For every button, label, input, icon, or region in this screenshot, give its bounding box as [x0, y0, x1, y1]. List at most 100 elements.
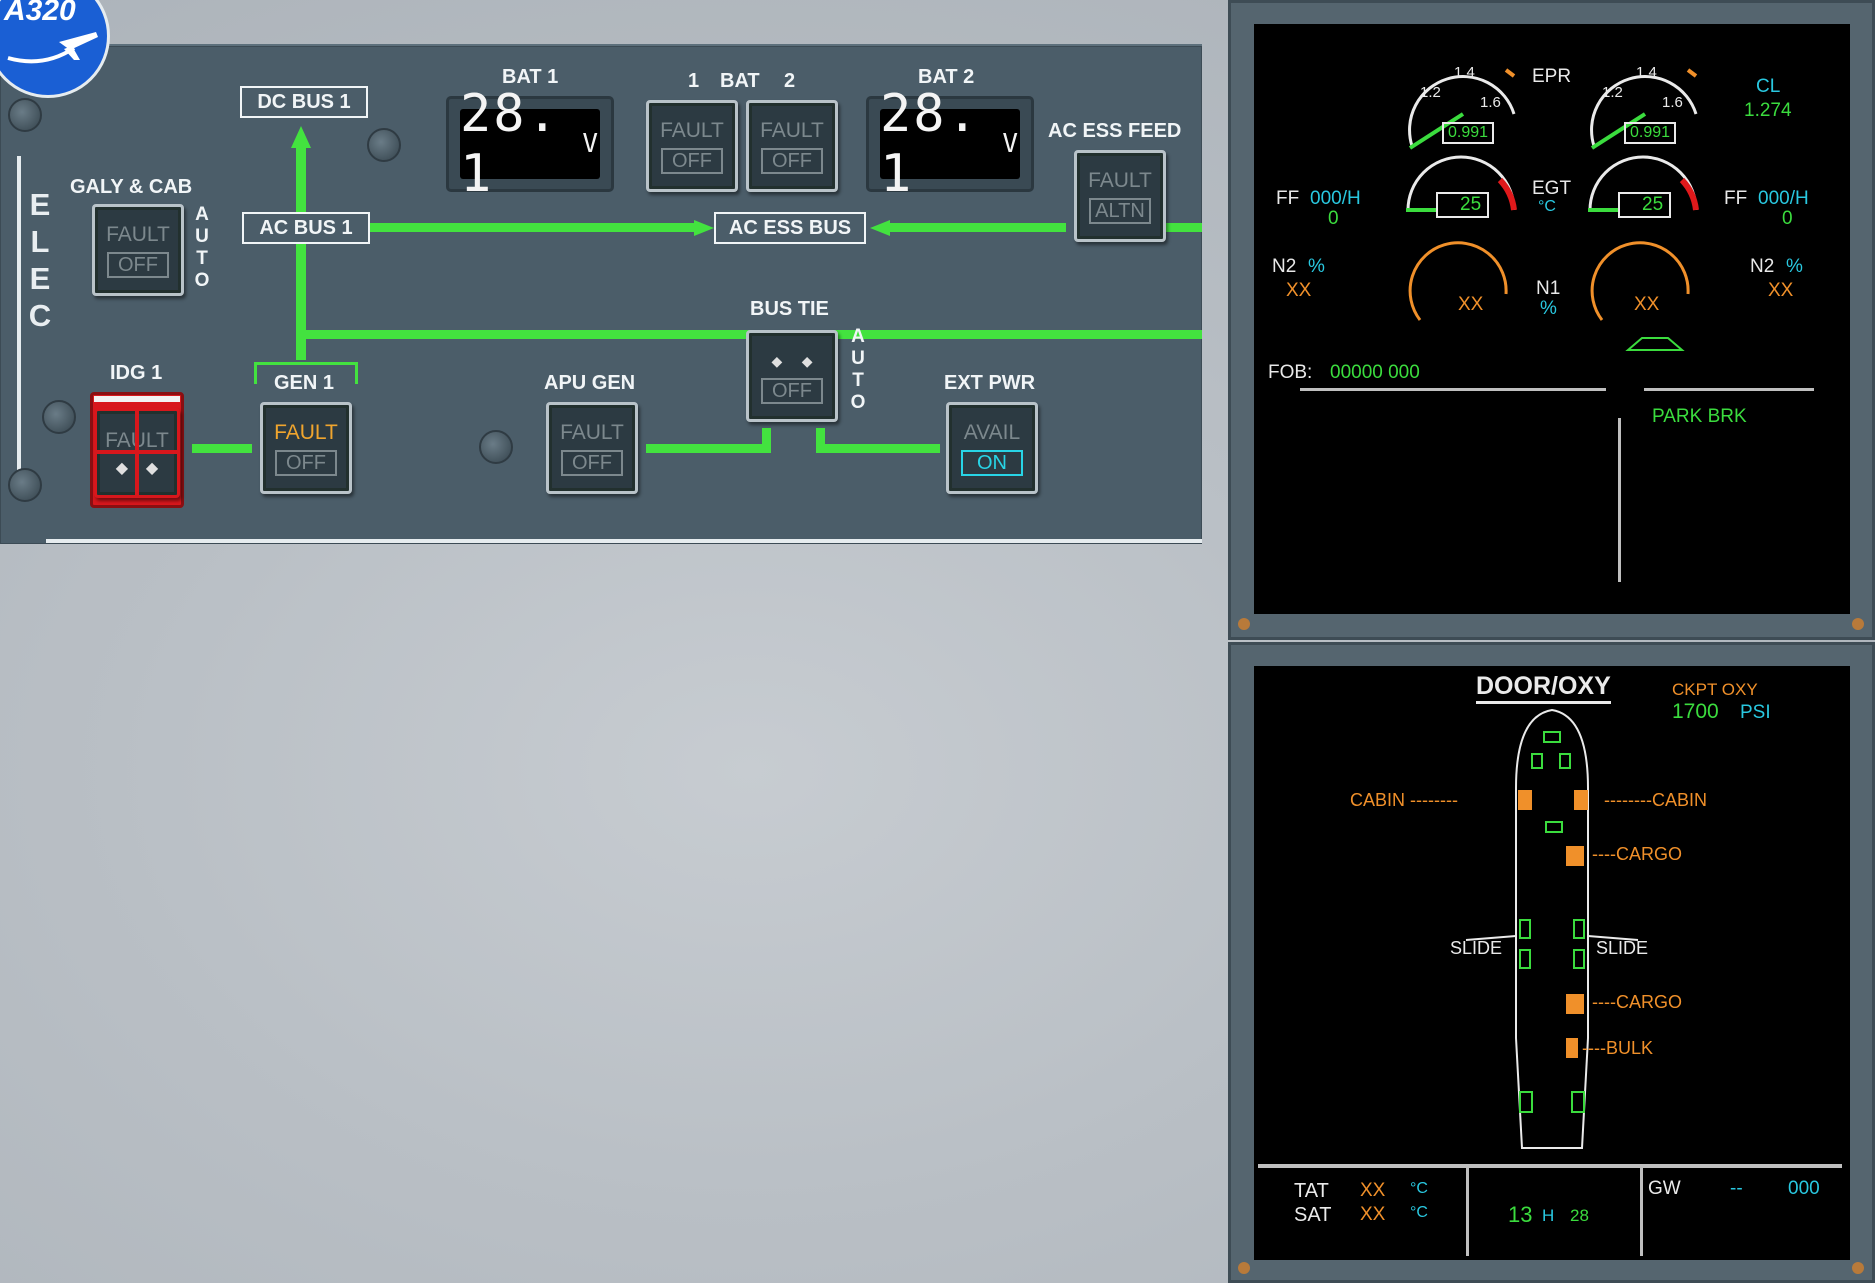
status-separator	[1640, 1168, 1643, 1256]
fob-label: FOB:	[1268, 362, 1313, 383]
bus-line	[370, 223, 700, 232]
slide-left-label: SLIDE	[1450, 938, 1503, 958]
screw	[1852, 1262, 1864, 1274]
bat1-voltage: 28. 1 V	[460, 84, 600, 204]
slide-right-label: SLIDE	[1596, 938, 1649, 958]
epr-tick: 1.6	[1480, 94, 1501, 111]
epr-tick: 1.4	[1454, 64, 1475, 81]
bat2-display: 28. 1 V	[866, 84, 1034, 204]
bat2-value: 28. 1	[880, 84, 980, 204]
screw	[1238, 618, 1250, 630]
gen1-label: GEN 1	[274, 372, 335, 394]
n1-right-value: XX	[1634, 294, 1660, 315]
dc-bus-1: DC BUS 1	[240, 86, 368, 118]
epr-tick: 1.6	[1662, 94, 1683, 111]
bat-pb-label: BAT	[720, 70, 760, 92]
bus-tie-button[interactable]: ◆ ◆ OFF	[746, 330, 838, 422]
bat-pb-label-1: 1	[688, 70, 700, 92]
time-minutes: 28	[1570, 1206, 1589, 1225]
panel-bottom-line	[46, 539, 1202, 543]
memo-separator	[1618, 418, 1621, 582]
ff-label-left: FF	[1276, 188, 1300, 209]
bat2-unit: V	[1002, 129, 1020, 159]
altn-light: ALTN	[1089, 198, 1151, 224]
n1-left-value: XX	[1458, 294, 1484, 315]
sd-title: DOOR/OXY	[1476, 672, 1611, 704]
idg1-guard-strip	[94, 396, 180, 402]
gw-label: GW	[1648, 1178, 1681, 1199]
epr-left-value: 0.991	[1442, 122, 1495, 144]
ext-pwr-button[interactable]: AVAIL ON	[946, 402, 1038, 494]
ff-unit-left: 000/H	[1310, 188, 1361, 209]
bus-tie-dots: ◆ ◆	[771, 353, 813, 369]
n2-unit-left: %	[1308, 256, 1325, 277]
screw	[367, 128, 401, 162]
time-hours: 13	[1508, 1202, 1533, 1227]
tat-unit: °C	[1410, 1180, 1428, 1197]
ff-right-value: 0	[1782, 208, 1793, 229]
screw	[8, 468, 42, 502]
bat1-button[interactable]: FAULT OFF	[646, 100, 738, 192]
time-h-label: H	[1542, 1206, 1555, 1225]
epr-label: EPR	[1532, 66, 1572, 87]
fault-light: FAULT	[660, 119, 724, 142]
ckpt-oxy-label: CKPT OXY	[1672, 680, 1758, 699]
bat1-display: 28. 1 V	[446, 84, 614, 204]
bus-line	[1166, 223, 1202, 232]
bus-line	[816, 444, 940, 453]
memo-divider	[1300, 388, 1606, 391]
tat-value: XX	[1360, 1180, 1386, 1201]
sat-value: XX	[1360, 1204, 1386, 1225]
ext-pwr-label: EXT PWR	[944, 372, 1036, 394]
idg1-guard-bar	[94, 450, 180, 454]
tat-label: TAT	[1294, 1180, 1329, 1202]
gen1-button[interactable]: FAULT OFF	[260, 402, 352, 494]
panel-title: ELEC	[28, 186, 52, 334]
panel-edge-line	[17, 156, 21, 444]
cargo-aft-label: ----CARGO	[1592, 992, 1682, 1012]
cabin-right-label: --------CABIN	[1604, 790, 1707, 810]
epr-tick: 1.4	[1636, 64, 1657, 81]
off-light: OFF	[761, 378, 823, 404]
galy-cab-label: GALY & CAB	[70, 176, 193, 198]
off-light: OFF	[275, 450, 337, 476]
epr-tick: 1.2	[1602, 84, 1623, 101]
egt-left-value: 25	[1436, 192, 1490, 218]
galy-cab-button[interactable]: FAULT OFF	[92, 204, 184, 296]
egt-label: EGT	[1532, 178, 1572, 199]
apu-gen-button[interactable]: FAULT OFF	[546, 402, 638, 494]
n2-label-left: N2	[1272, 256, 1297, 277]
cl-value: 1.274	[1744, 100, 1792, 121]
fob-value: 00000 000	[1330, 362, 1420, 383]
gw-dash: --	[1730, 1178, 1743, 1199]
auto-text: AUTO	[194, 204, 210, 291]
n2-unit-right: %	[1786, 256, 1803, 277]
fault-light: FAULT	[560, 421, 624, 444]
bat2-button[interactable]: FAULT OFF	[746, 100, 838, 192]
auto-text: AUTO	[850, 326, 866, 413]
ac-bus-1: AC BUS 1	[242, 212, 370, 244]
bus-line	[192, 444, 252, 453]
n2-right-value: XX	[1768, 280, 1794, 301]
bat-pb-label-2: 2	[784, 70, 796, 92]
epr-tick: 1.2	[1420, 84, 1441, 101]
bat1-unit: V	[582, 129, 600, 159]
cabin-left-label: CABIN --------	[1350, 790, 1458, 810]
fault-light: FAULT	[1088, 169, 1152, 192]
ckpt-oxy-unit: PSI	[1740, 702, 1771, 723]
avail-light: AVAIL	[963, 421, 1021, 444]
slat-flap-icon	[1625, 337, 1685, 351]
memo-divider	[1644, 388, 1814, 391]
apu-gen-label: APU GEN	[544, 372, 636, 394]
status-divider	[1258, 1164, 1842, 1168]
off-light: OFF	[761, 148, 823, 174]
ac-ess-feed-button[interactable]: FAULT ALTN	[1074, 150, 1166, 242]
status-separator	[1466, 1168, 1469, 1256]
idg1-label: IDG 1	[110, 362, 163, 384]
fault-light: FAULT	[274, 421, 338, 444]
cargo-fwd-label: ----CARGO	[1592, 844, 1682, 864]
bulk-label: ----BULK	[1582, 1038, 1653, 1058]
screw	[42, 400, 76, 434]
ff-unit-right: 000/H	[1758, 188, 1809, 209]
fault-light: FAULT	[106, 223, 170, 246]
